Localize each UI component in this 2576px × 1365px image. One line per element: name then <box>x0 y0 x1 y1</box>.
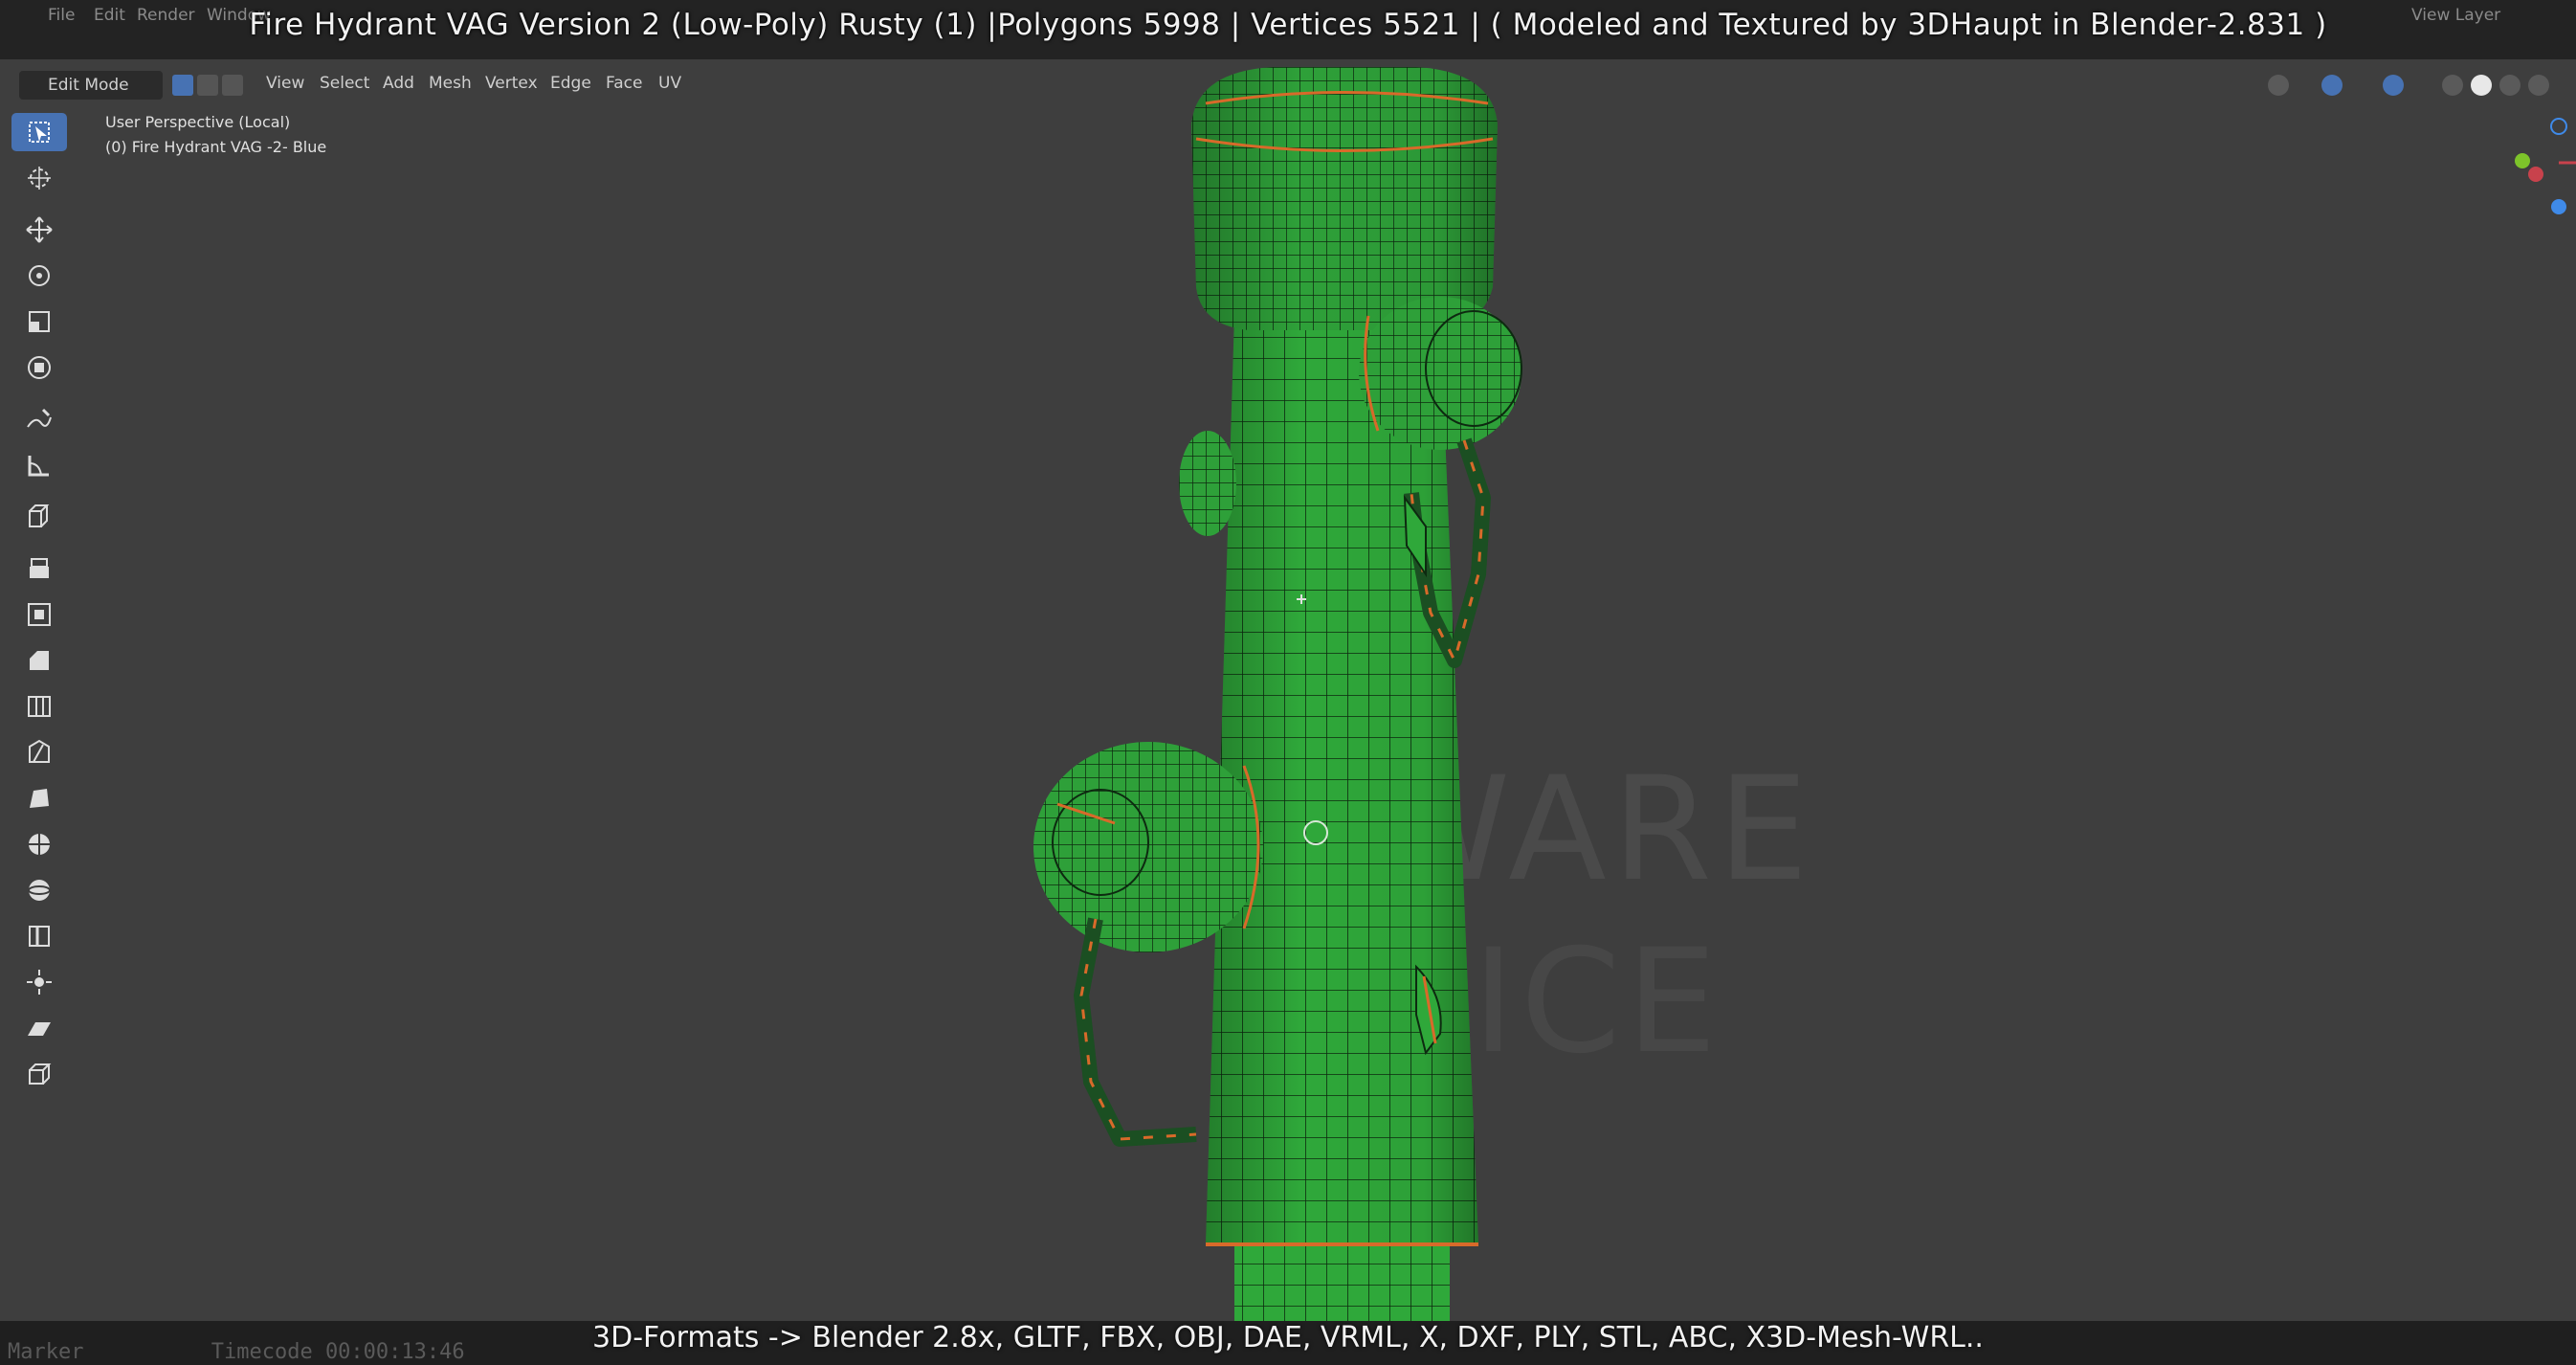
poly-build-icon[interactable] <box>11 779 67 817</box>
edge-slide-icon[interactable] <box>11 917 67 955</box>
solid-shading-icon[interactable] <box>2471 75 2492 96</box>
bevel-icon[interactable] <box>11 641 67 680</box>
shrink-fatten-icon[interactable] <box>11 963 67 1001</box>
knife-icon[interactable] <box>11 733 67 772</box>
active-object-label: (0) Fire Hydrant VAG -2- Blue <box>105 138 327 156</box>
viewport-perspective-label: User Perspective (Local) <box>105 113 291 131</box>
formats-overlay: 3D-Formats -> Blender 2.8x, GLTF, FBX, O… <box>592 1321 1984 1354</box>
viewport-shading-controls <box>2258 71 2576 100</box>
shear-icon[interactable] <box>11 1009 67 1047</box>
xray-icon[interactable] <box>2383 75 2404 96</box>
blender-window: WARE VICE File Edit Render Window View L… <box>0 0 2576 1365</box>
header-menu-view[interactable]: View <box>266 74 304 93</box>
material-shading-icon[interactable] <box>2499 75 2520 96</box>
add-cube-icon[interactable] <box>11 498 67 536</box>
rendered-shading-icon[interactable] <box>2528 75 2549 96</box>
annotate-icon[interactable] <box>11 400 67 438</box>
header-menu-select[interactable]: Select <box>320 74 369 93</box>
header-menu-uv[interactable]: UV <box>658 74 681 93</box>
select-box-icon[interactable] <box>11 113 67 151</box>
hydrant-mesh[interactable] <box>0 0 2576 1365</box>
spin-icon[interactable] <box>11 825 67 863</box>
rip-icon[interactable] <box>11 1055 67 1093</box>
header-menu-vertex[interactable]: Vertex <box>485 74 538 93</box>
wireframe-shading-icon[interactable] <box>2442 75 2463 96</box>
hydrant-lower-pipe <box>1234 1235 1450 1331</box>
transform-icon[interactable] <box>11 348 67 387</box>
loop-cut-icon[interactable] <box>11 687 67 726</box>
header-menu-mesh[interactable]: Mesh <box>429 74 472 93</box>
hydrant-rear-nozzle <box>1179 431 1236 536</box>
move-icon[interactable] <box>11 211 67 249</box>
cursor-icon[interactable] <box>11 159 67 197</box>
header-menu-edge[interactable]: Edge <box>550 74 591 93</box>
smooth-icon[interactable] <box>11 871 67 909</box>
header-menu-face[interactable]: Face <box>606 74 642 93</box>
show-gizmo-icon[interactable] <box>2268 75 2289 96</box>
inset-icon[interactable] <box>11 595 67 634</box>
viewport-header: View Select Add Mesh Vertex Edge Face UV <box>0 65 2576 103</box>
header-menu-add[interactable]: Add <box>383 74 414 93</box>
tool-shelf <box>11 113 67 1085</box>
navigation-gizmo[interactable] <box>2507 115 2576 220</box>
overlay-icon[interactable] <box>2321 75 2343 96</box>
scale-icon[interactable] <box>11 302 67 341</box>
extrude-icon[interactable] <box>11 549 67 588</box>
measure-icon[interactable] <box>11 446 67 484</box>
title-overlay: Fire Hydrant VAG Version 2 (Low-Poly) Ru… <box>249 8 2327 42</box>
rotate-icon[interactable] <box>11 257 67 295</box>
